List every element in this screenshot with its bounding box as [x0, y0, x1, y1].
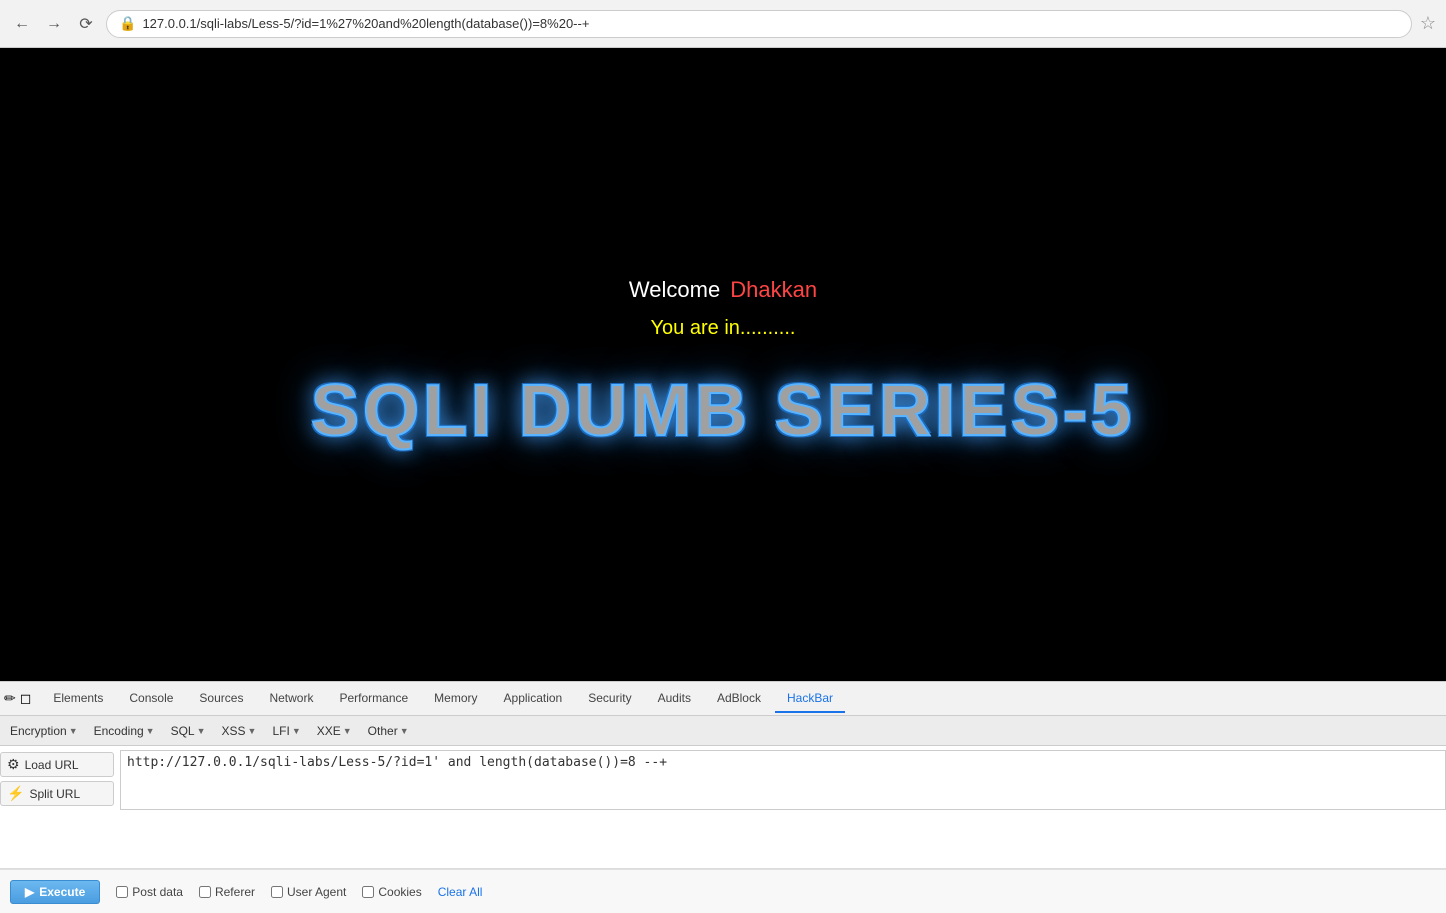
split-url-label: Split URL: [29, 787, 80, 801]
device-icon[interactable]: ◻: [20, 690, 32, 707]
execute-button[interactable]: ▶ Execute: [10, 880, 100, 904]
execute-label: Execute: [39, 885, 85, 899]
xss-chevron: ▼: [248, 726, 257, 736]
devtools-panel: ✏ ◻ Elements Console Sources Network Per…: [0, 681, 1446, 913]
sql-label: SQL: [171, 724, 195, 738]
encoding-label: Encoding: [94, 724, 144, 738]
useragent-checkbox[interactable]: [271, 886, 283, 898]
url-input[interactable]: [120, 750, 1446, 810]
hackbar-toolbar: Encryption ▼ Encoding ▼ SQL ▼ XSS ▼ LFI …: [0, 716, 1446, 746]
split-url-icon: ⚡: [7, 785, 24, 802]
xxe-chevron: ▼: [343, 726, 352, 736]
devtools-icons: ✏ ◻: [4, 690, 31, 707]
tab-adblock[interactable]: AdBlock: [705, 685, 773, 713]
useragent-label: User Agent: [287, 885, 346, 899]
cookies-label: Cookies: [378, 885, 421, 899]
devtools-tabs: ✏ ◻ Elements Console Sources Network Per…: [0, 682, 1446, 716]
tab-audits[interactable]: Audits: [646, 685, 703, 713]
load-url-label: Load URL: [25, 758, 79, 772]
browser-chrome: ← → ⟳ 🔒 127.0.0.1/sqli-labs/Less-5/?id=1…: [0, 0, 1446, 48]
tab-application[interactable]: Application: [492, 685, 575, 713]
tab-security[interactable]: Security: [576, 685, 643, 713]
postdata-label: Post data: [132, 885, 183, 899]
inspect-icon[interactable]: ✏: [4, 690, 16, 707]
back-button[interactable]: ←: [10, 12, 34, 36]
useragent-checkbox-label[interactable]: User Agent: [271, 885, 346, 899]
you-are-in-text: You are in..........: [651, 317, 796, 340]
hackbar-actions: ⚙ Load URL ⚡ Split URL: [0, 750, 120, 864]
reload-button[interactable]: ⟳: [74, 12, 98, 36]
welcome-label: Welcome: [629, 277, 720, 303]
lfi-chevron: ▼: [292, 726, 301, 736]
cookies-checkbox-label[interactable]: Cookies: [362, 885, 421, 899]
other-chevron: ▼: [400, 726, 409, 736]
url-textarea-container: [120, 750, 1446, 864]
xss-label: XSS: [222, 724, 246, 738]
address-bar[interactable]: 🔒 127.0.0.1/sqli-labs/Less-5/?id=1%27%20…: [106, 10, 1412, 38]
postdata-checkbox-label[interactable]: Post data: [116, 885, 183, 899]
tab-performance[interactable]: Performance: [327, 685, 420, 713]
page-title: SQLI DUMB SERIES-5: [311, 370, 1135, 452]
sql-chevron: ▼: [197, 726, 206, 736]
xxe-label: XXE: [317, 724, 341, 738]
tab-network[interactable]: Network: [257, 685, 325, 713]
clear-all-button[interactable]: Clear All: [438, 885, 483, 899]
lfi-menu[interactable]: LFI ▼: [266, 722, 306, 740]
welcome-name: Dhakkan: [730, 277, 817, 303]
other-label: Other: [368, 724, 398, 738]
url-text: 127.0.0.1/sqli-labs/Less-5/?id=1%27%20an…: [142, 16, 589, 31]
encryption-chevron: ▼: [69, 726, 78, 736]
referer-label: Referer: [215, 885, 255, 899]
postdata-checkbox[interactable]: [116, 886, 128, 898]
main-content: Welcome Dhakkan You are in.......... SQL…: [0, 48, 1446, 681]
hackbar-bottom: ▶ Execute Post data Referer User Agent C…: [0, 869, 1446, 913]
bookmark-button[interactable]: ☆: [1420, 13, 1436, 34]
other-menu[interactable]: Other ▼: [362, 722, 415, 740]
referer-checkbox-label[interactable]: Referer: [199, 885, 255, 899]
tab-elements[interactable]: Elements: [41, 685, 115, 713]
load-url-icon: ⚙: [7, 756, 20, 773]
split-url-button[interactable]: ⚡ Split URL: [0, 781, 114, 806]
forward-button[interactable]: →: [42, 12, 66, 36]
xxe-menu[interactable]: XXE ▼: [311, 722, 358, 740]
tab-sources[interactable]: Sources: [187, 685, 255, 713]
encryption-menu[interactable]: Encryption ▼: [4, 722, 84, 740]
execute-icon: ▶: [25, 885, 34, 899]
encryption-label: Encryption: [10, 724, 67, 738]
lfi-label: LFI: [272, 724, 289, 738]
encoding-menu[interactable]: Encoding ▼: [88, 722, 161, 740]
referer-checkbox[interactable]: [199, 886, 211, 898]
cookies-checkbox[interactable]: [362, 886, 374, 898]
hackbar-url-section: ⚙ Load URL ⚡ Split URL: [0, 746, 1446, 869]
xss-menu[interactable]: XSS ▼: [216, 722, 263, 740]
sql-menu[interactable]: SQL ▼: [165, 722, 212, 740]
tab-memory[interactable]: Memory: [422, 685, 489, 713]
tab-hackbar[interactable]: HackBar: [775, 685, 845, 713]
encoding-chevron: ▼: [146, 726, 155, 736]
load-url-button[interactable]: ⚙ Load URL: [0, 752, 114, 777]
tab-console[interactable]: Console: [117, 685, 185, 713]
welcome-line: Welcome Dhakkan: [629, 277, 817, 311]
